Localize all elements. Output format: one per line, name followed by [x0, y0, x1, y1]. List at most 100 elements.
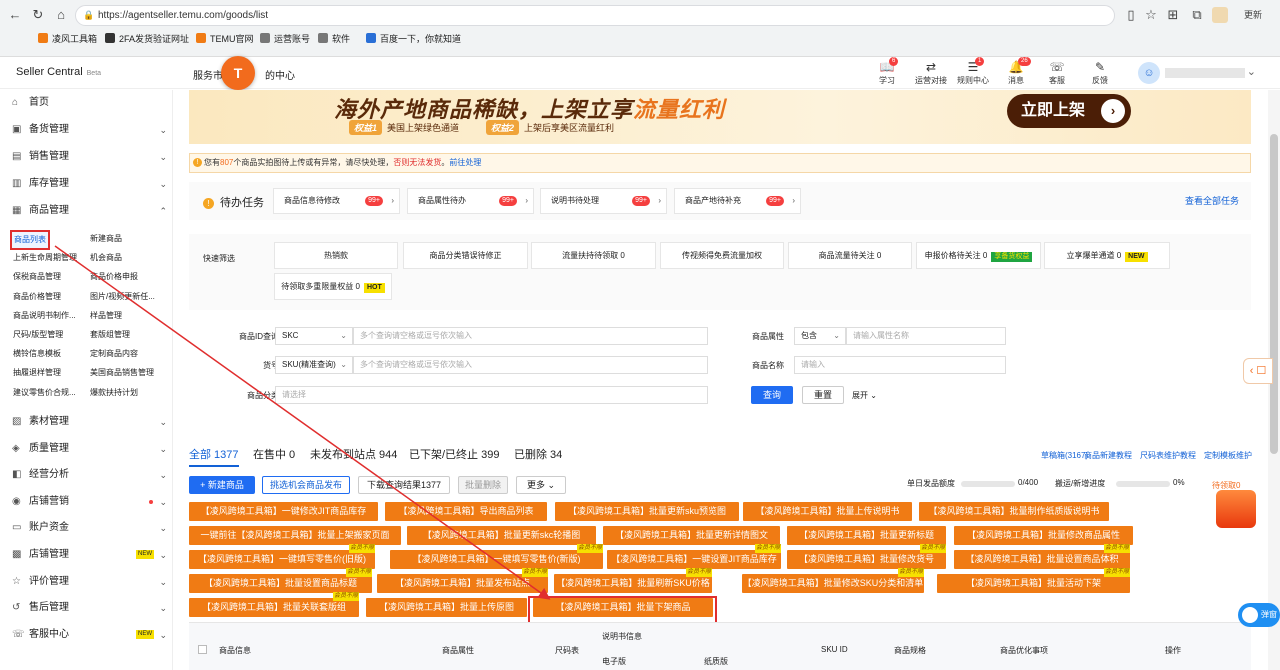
tab-4[interactable]: 已删除 34	[514, 446, 562, 462]
sidebar-item-13[interactable]: ☏ 客服中心 ⌄ NEW	[0, 622, 172, 648]
tool-button-3[interactable]: 【凌风跨境工具箱】批量上传说明书	[743, 502, 912, 521]
reload-icon[interactable]: ↻	[27, 4, 49, 26]
bookmark-item[interactable]: TEMU官网	[196, 30, 254, 48]
sidebar-item-5[interactable]: ▨ 素材管理 ⌄	[0, 409, 172, 435]
table-col-0[interactable]: 商品信息	[219, 645, 251, 656]
table-col-7[interactable]: 操作	[1165, 645, 1181, 656]
popup-toggle[interactable]: 弹窗	[1238, 603, 1280, 627]
user-menu[interactable]: ☺ ⌄	[1138, 62, 1268, 84]
tool-button-1[interactable]: 【凌风跨境工具箱】导出商品列表	[385, 502, 547, 521]
submenu-left-4[interactable]: 商品说明书制作...	[13, 307, 76, 325]
category-select[interactable]: 请选择	[275, 386, 708, 404]
attr-type-select[interactable]: 包含 ⌄	[794, 327, 846, 345]
sku-input[interactable]: 多个查询请空格或逗号依次输入	[353, 356, 708, 374]
side-chat-icon[interactable]: ‹ ☐	[1243, 358, 1273, 384]
header-icon-4[interactable]: ☏ 客服	[1039, 59, 1075, 86]
tool-button-19[interactable]: 【凌风跨境工具箱】批量活动下架	[937, 574, 1130, 593]
submenu-right-8[interactable]: 爆款扶持计划	[90, 384, 138, 402]
id-type-select[interactable]: SKC ⌄	[275, 327, 353, 345]
tab-1[interactable]: 在售中 0	[253, 446, 295, 462]
sidebar-item-9[interactable]: ▭ 账户资金 ⌄	[0, 515, 172, 541]
scroll-thumb[interactable]	[1270, 134, 1278, 454]
profile-icon[interactable]	[1212, 7, 1228, 23]
list-now-button[interactable]: 立即上架 ›	[1007, 94, 1131, 128]
tool-button-8[interactable]: 【凌风跨境工具箱】批量更新标题	[787, 526, 946, 545]
temu-fab-button[interactable]: T	[221, 56, 255, 90]
sidebar-item-2[interactable]: ▤ 销售管理 ⌄	[0, 144, 172, 170]
download-results-button[interactable]: 下载查询结果1377	[358, 476, 450, 494]
quick-filter-chip-1[interactable]: 商品分类错误待修正	[403, 242, 528, 269]
select-all-checkbox[interactable]	[198, 645, 207, 654]
name-input[interactable]: 请输入	[794, 356, 1006, 374]
tool-button-6[interactable]: 【凌风跨境工具箱】批量更新skc轮播图	[407, 526, 596, 545]
todo-card-3[interactable]: 商品产地待补充 99+ ›	[674, 188, 801, 214]
address-bar[interactable]: 🔒 https://agentseller.temu.com/goods/lis…	[75, 5, 1115, 26]
submenu-right-6[interactable]: 定制商品内容	[90, 345, 138, 363]
submenu-left-7[interactable]: 抽履退样管理	[13, 364, 61, 382]
submenu-right-2[interactable]: 商品价格申报	[90, 268, 138, 286]
tool-button-2[interactable]: 【凌风跨境工具箱】批量更新sku预览图	[555, 502, 739, 521]
collection-icon[interactable]: ⧉	[1186, 4, 1208, 26]
quick-filter-chip-5[interactable]: 申报价格待关注 0 享备货权益	[916, 242, 1041, 269]
tab-0[interactable]: 全部 1377	[189, 446, 239, 467]
tool-button-0[interactable]: 【凌风跨境工具箱】一键修改JIT商品库存	[189, 502, 378, 521]
bookmark-item[interactable]: 运营账号	[260, 30, 310, 48]
tool-button-15[interactable]: 【凌风跨境工具箱】批量设置商品标题	[189, 574, 372, 593]
promo-banner[interactable]: 海外产地商品稀缺，上架立享流量红利 权益1 美国上架绿色通道 权益2 上架后享美区流…	[189, 90, 1251, 144]
quick-filter-chip-0[interactable]: 热销款	[274, 242, 398, 269]
more-button[interactable]: 更多 ⌄	[516, 476, 566, 494]
submenu-right-5[interactable]: 套版组管理	[90, 326, 130, 344]
submenu-left-3[interactable]: 商品价格管理	[13, 288, 61, 306]
submenu-left-5[interactable]: 尺码/版型管理	[13, 326, 63, 344]
submenu-left-8[interactable]: 建议零售价合规...	[13, 384, 76, 402]
submenu-left-0[interactable]: 商品列表	[10, 230, 50, 250]
bookmark-item[interactable]: 2FA发货验证网址	[105, 30, 189, 48]
header-icon-5[interactable]: ✎ 反馈	[1082, 59, 1118, 86]
sku-type-select[interactable]: SKU(精准查询) ⌄	[275, 356, 353, 374]
quick-filter-chip-3[interactable]: 传视频得免费流量加权	[660, 242, 784, 269]
table-col-5[interactable]: 商品规格	[894, 645, 926, 656]
update-button[interactable]: 更新	[1238, 4, 1268, 26]
gift-widget[interactable]: 待领取0	[1206, 480, 1270, 532]
sidebar-item-11[interactable]: ☆ 评价管理 ⌄	[0, 569, 172, 595]
tool-button-7[interactable]: 【凌风跨境工具箱】批量更新详情图文	[603, 526, 780, 545]
submenu-left-6[interactable]: 横铃信息模板	[13, 345, 61, 363]
table-col-2[interactable]: 尺码表	[555, 645, 579, 656]
table-col-3[interactable]: 说明书信息	[602, 631, 642, 642]
chevron-down-icon[interactable]: ⌄	[1247, 65, 1256, 78]
sidebar-item-1[interactable]: ▣ 备货管理 ⌄	[0, 117, 172, 143]
header-link-3[interactable]: 定制模板维护	[1204, 450, 1252, 461]
tool-button-11[interactable]: 【凌风跨境工具箱】一键填写零售价(新版)	[390, 550, 603, 569]
sidebar-item-0[interactable]: ⌂ 首页	[0, 90, 172, 116]
sidebar-item-6[interactable]: ◈ 质量管理 ⌄	[0, 436, 172, 462]
bookmark-item[interactable]: 百度一下，你就知道	[366, 30, 461, 48]
tool-button-9[interactable]: 【凌风跨境工具箱】批量修改商品属性	[954, 526, 1133, 545]
todo-card-0[interactable]: 商品信息待修改 99+ ›	[273, 188, 400, 214]
todo-card-2[interactable]: 说明书待处理 99+ ›	[540, 188, 667, 214]
submenu-left-2[interactable]: 保税商品管理	[13, 268, 61, 286]
tab-icon[interactable]: ▯	[1120, 4, 1142, 26]
tab-3[interactable]: 已下架/已终止 399	[409, 446, 499, 462]
attr-input[interactable]: 请输入属性名称	[846, 327, 1006, 345]
pick-opportunity-button[interactable]: 挑选机会商品发布	[262, 476, 350, 494]
avatar[interactable]: ☺	[1138, 62, 1160, 84]
notice-link[interactable]: 前往处理	[449, 158, 481, 167]
sidebar-item-12[interactable]: ↺ 售后管理 ⌄	[0, 595, 172, 621]
header-link-2[interactable]: 尺码表维护教程	[1140, 450, 1196, 461]
view-all-tasks-link[interactable]: 查看全部任务	[1185, 194, 1239, 207]
quick-filter-chip-7[interactable]: 待领取多重限量权益 0 HOT	[274, 273, 392, 300]
batch-delete-button[interactable]: 批量删除	[458, 476, 508, 494]
header-icon-1[interactable]: ⇄ 运营对接	[913, 59, 949, 86]
back-icon[interactable]: ←	[4, 4, 26, 26]
bookmark-item[interactable]: 软件	[318, 30, 350, 48]
quick-filter-chip-4[interactable]: 商品流量待关注 0	[788, 242, 912, 269]
tab-2[interactable]: 未发布到站点 944	[310, 446, 397, 462]
header-icon-3[interactable]: 🔔 消息 26	[998, 57, 1034, 86]
tool-button-21[interactable]: 【凌风跨境工具箱】批量上传原图	[366, 598, 527, 617]
table-col-6[interactable]: 商品优化事项	[1000, 645, 1048, 656]
quick-filter-chip-2[interactable]: 流量扶持待领取 0	[531, 242, 656, 269]
sidebar-item-8[interactable]: ◉ 店铺营销 ⌄	[0, 489, 172, 515]
sidebar-item-4[interactable]: ▦ 商品管理 ⌃	[0, 198, 172, 224]
tool-button-10[interactable]: 【凌风跨境工具箱】一键填写零售价(旧版)	[189, 550, 375, 569]
star-icon[interactable]: ☆	[1140, 4, 1162, 26]
